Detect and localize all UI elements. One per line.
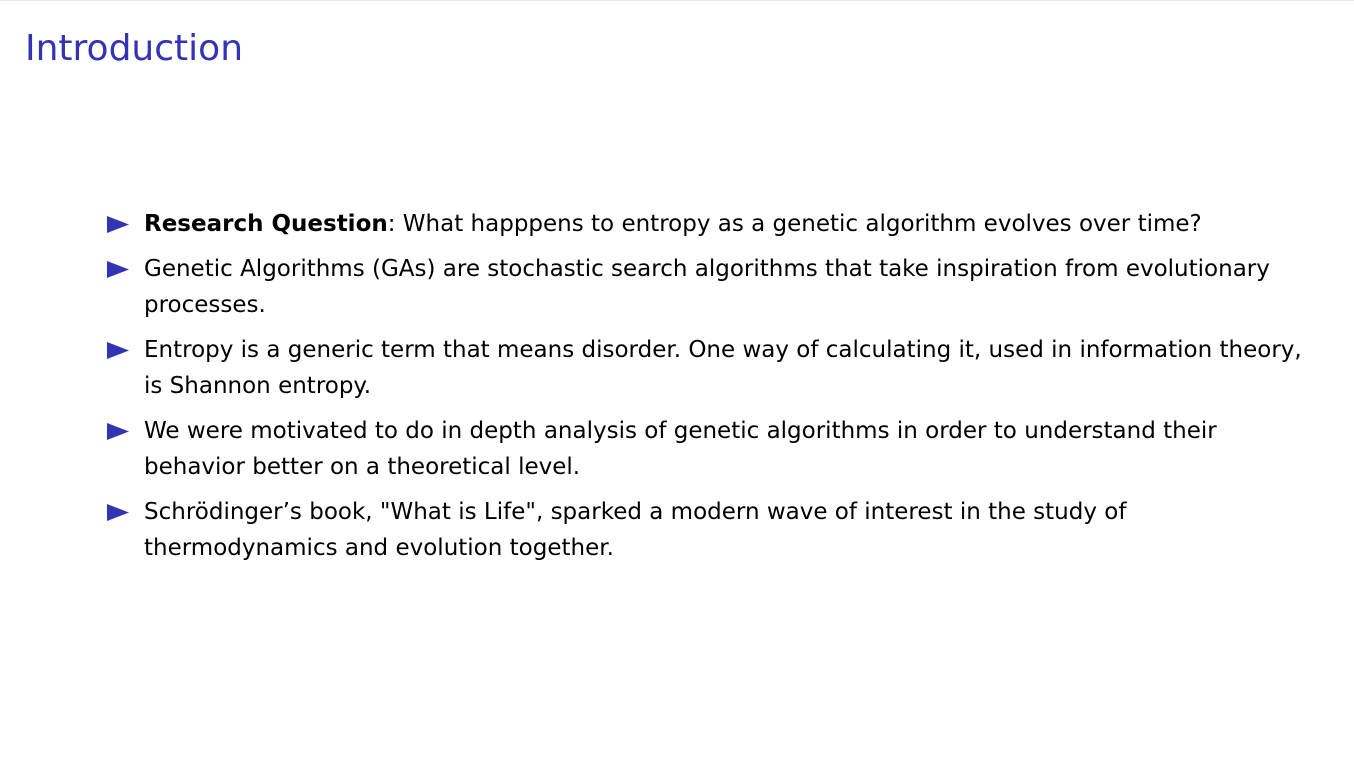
- slide-title: Introduction: [25, 28, 244, 69]
- triangle-right-icon: [107, 251, 144, 287]
- bullet-text: Entropy is a generic term that means dis…: [144, 337, 1302, 399]
- bullet-item-research-question: Research Question: What happpens to entr…: [107, 206, 1307, 242]
- bullet-text: Research Question: What happpens to entr…: [144, 206, 1307, 242]
- bullet-item-genetic-algorithms: Genetic Algorithms (GAs) are stochastic …: [107, 251, 1307, 323]
- bullet-item-motivation: We were motivated to do in depth analysi…: [107, 413, 1307, 485]
- bullet-body: : What happpens to entropy as a genetic …: [387, 211, 1202, 237]
- bullet-text: We were motivated to do in depth analysi…: [144, 418, 1217, 480]
- bullet-item-entropy: Entropy is a generic term that means dis…: [107, 332, 1307, 404]
- triangle-right-icon: [107, 494, 144, 530]
- triangle-right-icon: [107, 206, 144, 242]
- bullet-strong-label: Research Question: [144, 211, 388, 237]
- bullet-list: Research Question: What happpens to entr…: [107, 206, 1307, 575]
- slide: Introduction Research Question: What hap…: [0, 0, 1354, 763]
- triangle-right-icon: [107, 413, 144, 449]
- bullet-text: Schrödinger’s book, "What is Life", spar…: [144, 499, 1127, 561]
- triangle-right-icon: [107, 332, 144, 368]
- bullet-item-schrodinger: Schrödinger’s book, "What is Life", spar…: [107, 494, 1307, 566]
- bullet-text: Genetic Algorithms (GAs) are stochastic …: [144, 256, 1270, 318]
